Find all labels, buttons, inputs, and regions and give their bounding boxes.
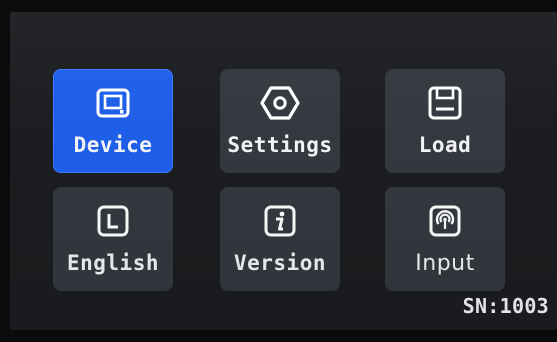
menu-tile-label: Device: [73, 133, 153, 157]
menu-tile-label: Settings: [227, 133, 333, 157]
device-screen-icon: [93, 83, 133, 123]
signal-input-icon: [425, 201, 465, 241]
save-disk-icon: [425, 83, 465, 123]
menu-tile-label: Input: [415, 251, 475, 276]
info-icon: [260, 201, 300, 241]
language-l-icon: [93, 201, 133, 241]
menu-tile-settings[interactable]: Settings: [220, 69, 340, 173]
menu-tile-input[interactable]: Input: [385, 187, 505, 291]
menu-tile-version[interactable]: Version: [220, 187, 340, 291]
menu-tile-load[interactable]: Load: [385, 69, 505, 173]
menu-tile-label: English: [66, 251, 159, 275]
menu-tile-device[interactable]: Device: [53, 69, 173, 173]
device-screen: Device Settings Load English Version Inp…: [10, 12, 557, 330]
serial-number: SN:1003: [460, 294, 551, 318]
menu-tile-label: Load: [418, 133, 472, 157]
menu-tile-label: Version: [233, 251, 326, 275]
main-menu-grid: Device Settings Load English Version Inp…: [10, 12, 557, 330]
menu-tile-english[interactable]: English: [53, 187, 173, 291]
hexagon-gear-icon: [260, 83, 300, 123]
